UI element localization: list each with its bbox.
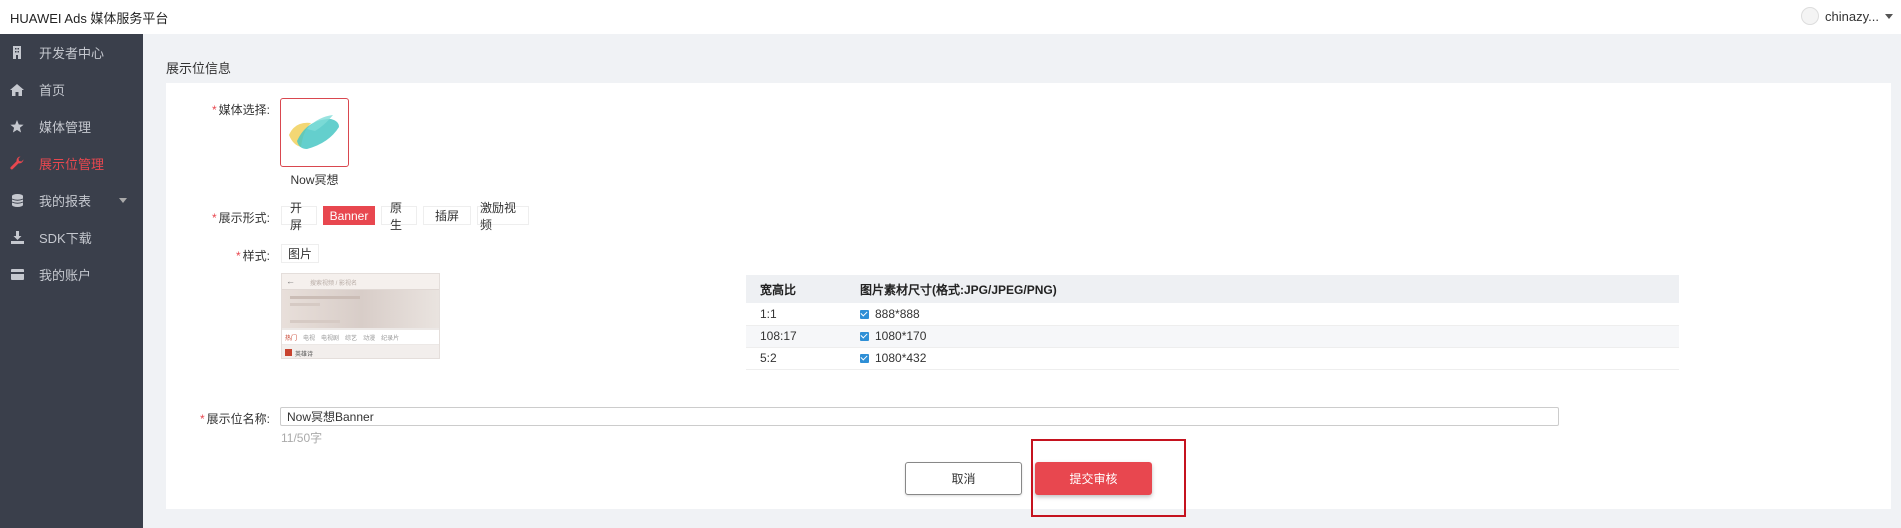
star-icon: [9, 120, 25, 133]
table-row: 1:1 888*888: [746, 303, 1679, 326]
column-header-size: 图片素材尺寸(格式:JPG/JPEG/PNG): [846, 275, 1679, 303]
placement-name-input[interactable]: [280, 407, 1559, 426]
sidebar-item-my-account[interactable]: 我的账户: [0, 256, 143, 293]
brand-title: HUAWEI Ads 媒体服务平台: [10, 11, 169, 26]
ratio-cell: 108:17: [746, 325, 846, 348]
required-asterisk: *: [199, 412, 205, 426]
placement-name-label: * 展示位名称:: [199, 412, 270, 426]
character-counter: 11/50字: [281, 431, 323, 445]
user-menu[interactable]: chinazy...: [1801, 7, 1893, 25]
ratio-cell: 5:2: [746, 347, 846, 370]
banner-preview-image: ← 搜索视频 / 影视名 热门 电视 电视剧 综艺 动漫 纪录片 英雄诗: [281, 273, 440, 359]
sidebar-item-home[interactable]: 首页: [0, 71, 143, 108]
sidebar-item-label: 开发者中心: [39, 46, 105, 61]
sidebar: 开发者中心 首页 媒体管理 展示位管理 我的报表 SDK下载 我的账户: [0, 34, 143, 528]
sidebar-item-media-management[interactable]: 媒体管理: [0, 108, 143, 145]
submit-review-button[interactable]: 提交审核: [1035, 462, 1152, 495]
building-icon: [9, 46, 25, 59]
size-cell: 1080*170: [846, 325, 1679, 348]
username[interactable]: chinazy...: [1825, 9, 1879, 24]
database-icon: [9, 194, 25, 207]
chevron-down-icon[interactable]: [1885, 13, 1893, 19]
image-size-table: 宽高比 图片素材尺寸(格式:JPG/JPEG/PNG) 1:1 888*888 …: [746, 275, 1679, 370]
checkbox-checked-icon[interactable]: [860, 354, 869, 364]
size-cell: 1080*432: [846, 347, 1679, 370]
ratio-cell: 1:1: [746, 303, 846, 326]
media-app-card[interactable]: [280, 98, 349, 167]
checkbox-checked-icon[interactable]: [860, 332, 869, 342]
format-tabs: 开屏 Banner 原生 插屏 激励视频: [281, 201, 535, 232]
sidebar-item-label: 首页: [39, 83, 66, 98]
preview-tab-row: 热门 电视 电视剧 综艺 动漫 纪录片: [282, 330, 439, 344]
format-label: * 展示形式:: [211, 211, 270, 225]
column-header-ratio: 宽高比: [746, 275, 846, 303]
card-icon: [9, 269, 25, 280]
wrench-icon: [9, 156, 25, 171]
download-icon: [9, 231, 25, 244]
preview-search-bar: ← 搜索视频 / 影视名: [282, 274, 439, 290]
size-cell: 888*888: [846, 303, 1679, 326]
avatar[interactable]: [1801, 7, 1820, 25]
sidebar-item-label: SDK下载: [39, 231, 92, 246]
section-title: 展示位信息: [166, 61, 232, 76]
tab-interstitial[interactable]: 插屏: [423, 206, 471, 225]
sidebar-item-label: 展示位管理: [39, 157, 105, 172]
media-select-label: * 媒体选择:: [211, 103, 270, 117]
required-asterisk: *: [235, 249, 241, 263]
sidebar-item-label: 我的报表: [39, 194, 92, 209]
chevron-down-icon: [119, 198, 127, 203]
sidebar-item-reports[interactable]: 我的报表: [0, 182, 143, 219]
sidebar-item-label: 媒体管理: [39, 120, 92, 135]
tab-banner[interactable]: Banner: [323, 206, 375, 225]
back-arrow-icon: ←: [286, 276, 295, 286]
media-app-name: Now冥想: [290, 173, 339, 187]
cancel-button[interactable]: 取消: [905, 462, 1022, 495]
sidebar-item-sdk-download[interactable]: SDK下载: [0, 219, 143, 256]
table-row: 5:2 1080*432: [746, 347, 1679, 370]
sidebar-item-developer-center[interactable]: 开发者中心: [0, 34, 143, 71]
sidebar-item-label: 我的账户: [39, 268, 92, 283]
home-icon: [9, 83, 25, 96]
checkbox-checked-icon[interactable]: [860, 310, 869, 320]
top-bar: HUAWEI Ads 媒体服务平台 chinazy...: [0, 0, 1901, 34]
preview-search-placeholder: 搜索视频 / 影视名: [310, 281, 358, 287]
tab-native[interactable]: 原生: [381, 201, 417, 232]
preview-banner: [282, 290, 439, 328]
style-option-image[interactable]: 图片: [281, 244, 320, 263]
required-asterisk: *: [211, 103, 217, 117]
required-asterisk: *: [211, 211, 217, 225]
table-header-row: 宽高比 图片素材尺寸(格式:JPG/JPEG/PNG): [746, 275, 1679, 303]
tab-splash[interactable]: 开屏: [281, 201, 317, 232]
sidebar-item-placement-management[interactable]: 展示位管理: [0, 145, 143, 182]
app-logo-icon: [289, 115, 339, 149]
table-row: 108:17 1080*170: [746, 325, 1679, 348]
style-label: * 样式:: [235, 249, 270, 263]
tab-rewarded-video[interactable]: 激励视频: [477, 201, 529, 232]
